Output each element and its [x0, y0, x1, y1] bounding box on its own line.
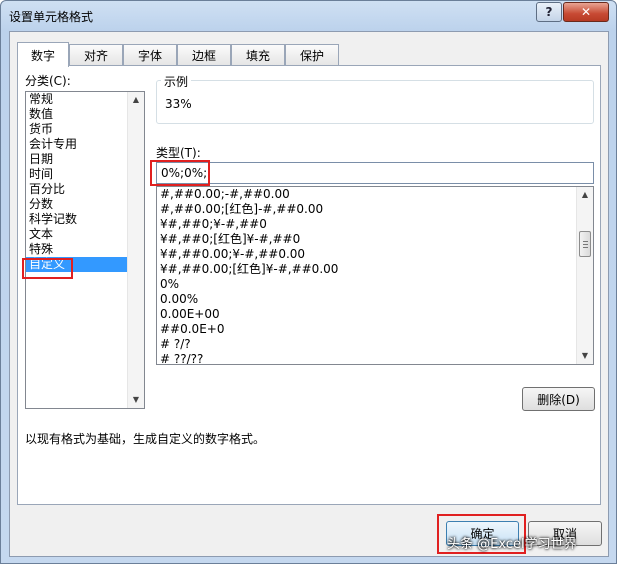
sample-legend: 示例 — [161, 73, 192, 90]
number-tab-panel: 分类(C): 常规 数值 货币 会计专用 日期 时间 百分比 分数 科学记数 文… — [17, 65, 601, 505]
tab-protection[interactable]: 保护 — [285, 44, 339, 66]
format-code-item[interactable]: ¥#,##0;¥-#,##0 — [157, 217, 593, 232]
format-cells-dialog: 设置单元格格式 ? ✕ 数字 对齐 字体 边框 填充 保护 分类(C): 常规 … — [0, 0, 617, 564]
format-code-item[interactable]: #,##0.00;-#,##0.00 — [157, 187, 593, 202]
tab-border[interactable]: 边框 — [177, 44, 231, 66]
format-code-item[interactable]: 0.00E+00 — [157, 307, 593, 322]
format-code-list[interactable]: #,##0.00;-#,##0.00 #,##0.00;[红色]-#,##0.0… — [156, 186, 594, 365]
tab-alignment[interactable]: 对齐 — [69, 44, 123, 66]
delete-button[interactable]: 删除(D) — [522, 387, 595, 411]
dialog-title: 设置单元格格式 — [9, 10, 94, 24]
format-code-item[interactable]: 0% — [157, 277, 593, 292]
grip-line — [583, 241, 588, 242]
category-label: 分类(C): — [25, 74, 71, 88]
sample-group: 示例 33% — [156, 73, 594, 124]
highlight-box-type-input — [150, 160, 210, 186]
format-code-item[interactable]: #,##0.00;[红色]-#,##0.00 — [157, 202, 593, 217]
type-input[interactable] — [156, 162, 594, 184]
scroll-down-arrow-icon[interactable]: ▼ — [577, 348, 593, 364]
grip-line — [583, 247, 588, 248]
format-code-item[interactable]: 0.00% — [157, 292, 593, 307]
scrollbar-thumb[interactable] — [579, 231, 591, 257]
description-text: 以现有格式为基础，生成自定义的数字格式。 — [25, 432, 266, 446]
watermark-text: 头条 @Excel学习世界 — [447, 537, 577, 552]
category-scrollbar[interactable]: ▲ ▼ — [127, 92, 144, 408]
help-icon: ? — [545, 5, 553, 19]
format-code-item[interactable]: ¥#,##0.00;[红色]¥-#,##0.00 — [157, 262, 593, 277]
title-bar[interactable]: 设置单元格格式 ? ✕ — [1, 1, 616, 31]
format-list-scrollbar[interactable]: ▲ ▼ — [576, 187, 593, 364]
sample-value: 33% — [165, 97, 192, 111]
tab-number[interactable]: 数字 — [17, 42, 69, 67]
type-label: 类型(T): — [156, 146, 201, 160]
format-code-item[interactable]: ##0.0E+0 — [157, 322, 593, 337]
format-code-item[interactable]: ¥#,##0.00;¥-#,##0.00 — [157, 247, 593, 262]
format-code-item[interactable]: # ?/? — [157, 337, 593, 352]
tab-fill[interactable]: 填充 — [231, 44, 285, 66]
tab-font[interactable]: 字体 — [123, 44, 177, 66]
category-listbox[interactable]: 常规 数值 货币 会计专用 日期 时间 百分比 分数 科学记数 文本 特殊 自定… — [25, 91, 145, 409]
format-code-item[interactable]: # ??/?? — [157, 352, 593, 364]
highlight-box-category — [22, 258, 73, 279]
grip-line — [583, 244, 588, 245]
format-code-item[interactable]: ¥#,##0;[红色]¥-#,##0 — [157, 232, 593, 247]
scroll-down-arrow-icon[interactable]: ▼ — [128, 392, 144, 408]
scroll-up-arrow-icon[interactable]: ▲ — [577, 187, 593, 203]
help-button[interactable]: ? — [536, 2, 562, 22]
scroll-up-arrow-icon[interactable]: ▲ — [128, 92, 144, 108]
close-icon: ✕ — [580, 5, 592, 19]
close-button[interactable]: ✕ — [563, 2, 609, 22]
dialog-body: 数字 对齐 字体 边框 填充 保护 分类(C): 常规 数值 货币 会计专用 日… — [9, 31, 609, 557]
